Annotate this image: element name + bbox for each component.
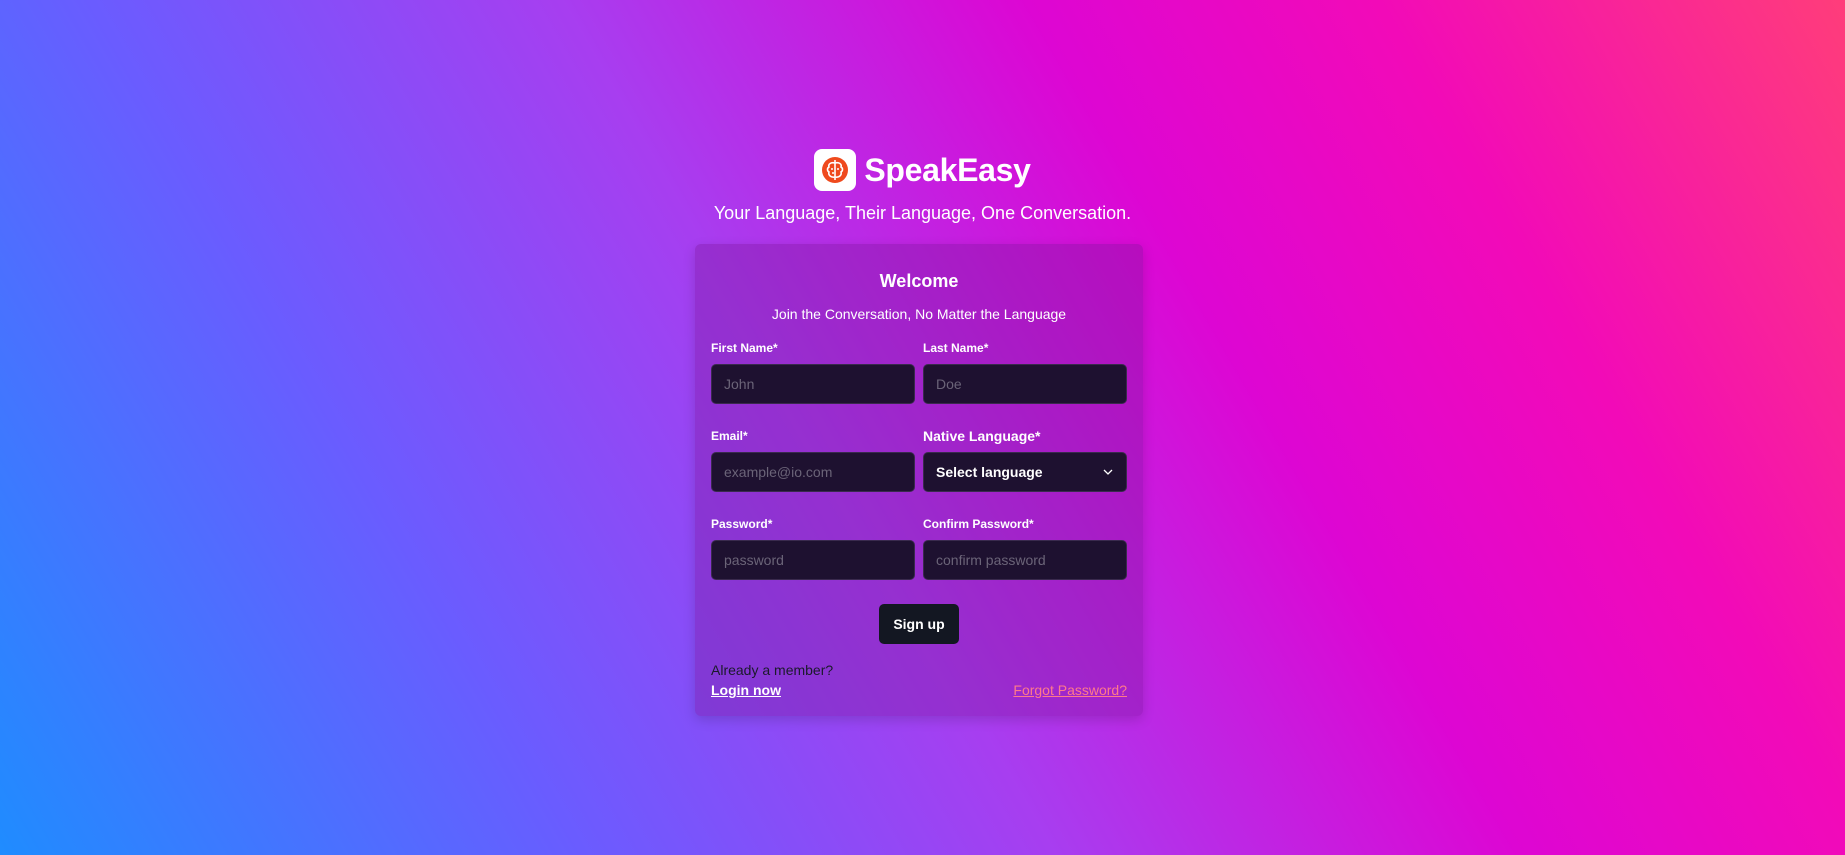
login-link[interactable]: Login now (711, 682, 781, 698)
first-name-label: First Name* (711, 341, 778, 355)
last-name-label: Last Name* (923, 341, 989, 355)
brand-header: SpeakEasy (0, 149, 1845, 191)
signup-card: Welcome Join the Conversation, No Matter… (695, 244, 1143, 716)
email-input[interactable] (711, 452, 915, 492)
confirm-password-input[interactable] (923, 540, 1127, 580)
native-language-select[interactable]: Select language (923, 452, 1127, 492)
last-name-input[interactable] (923, 364, 1127, 404)
brand-name: SpeakEasy (864, 151, 1031, 188)
native-language-label: Native Language* (923, 428, 1041, 444)
first-name-input[interactable] (711, 364, 915, 404)
password-label: Password* (711, 517, 773, 531)
logo (814, 149, 857, 191)
chevron-down-icon (1103, 469, 1113, 475)
card-title: Welcome (879, 271, 959, 291)
tagline: Your Language, Their Language, One Conve… (713, 203, 1132, 223)
password-input[interactable] (711, 540, 915, 580)
card-subtitle: Join the Conversation, No Matter the Lan… (771, 306, 1067, 322)
email-label: Email* (711, 429, 748, 443)
member-text: Already a member? (711, 662, 834, 678)
confirm-password-label: Confirm Password* (923, 517, 1034, 531)
native-language-value: Select language (936, 464, 1043, 480)
brain-icon (822, 157, 849, 183)
forgot-password-link[interactable]: Forgot Password? (1013, 682, 1127, 698)
signup-button[interactable]: Sign up (879, 604, 959, 644)
